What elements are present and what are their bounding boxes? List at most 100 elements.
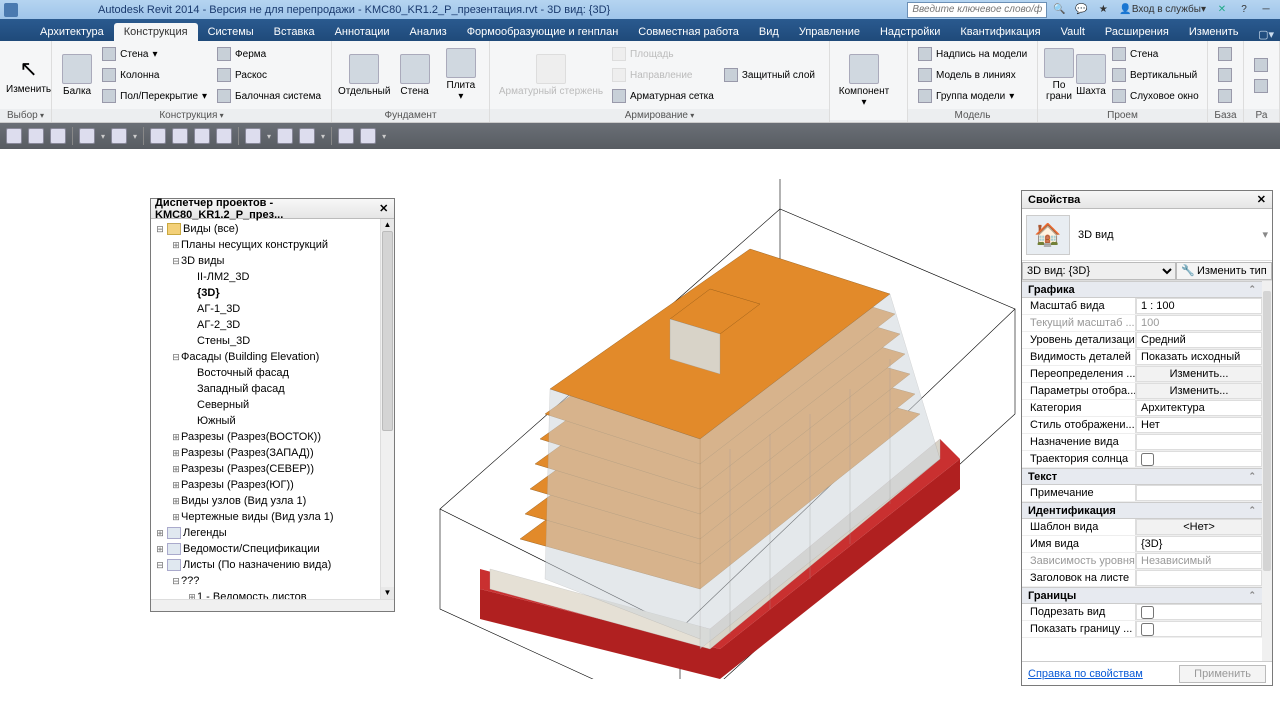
tree-item[interactable]: ⊞Ведомости/Спецификации [151, 541, 394, 557]
cat-text[interactable]: Текст⌃ [1022, 468, 1262, 485]
tree-item[interactable]: ⊞Разрезы (Разрез(ЗАПАД)) [151, 445, 394, 461]
tab-quant[interactable]: Квантификация [950, 23, 1050, 41]
qat-new-icon[interactable] [6, 128, 22, 144]
comm-icon[interactable]: 💬 [1071, 2, 1091, 18]
slab-button[interactable]: Плита▾ [439, 46, 483, 104]
scroll-thumb[interactable] [382, 231, 393, 431]
prop-category[interactable]: Архитектура [1136, 400, 1262, 416]
work-btn2[interactable] [1250, 76, 1272, 96]
modify-button[interactable]: ↖Изменить [6, 46, 51, 104]
qat-save-icon[interactable] [28, 128, 44, 144]
apply-button[interactable]: Применить [1179, 665, 1266, 683]
qat-tool9-icon[interactable] [360, 128, 376, 144]
tab-manage[interactable]: Управление [789, 23, 870, 41]
tree-item[interactable]: ⊞Разрезы (Разрез(СЕВЕР)) [151, 461, 394, 477]
scroll-down-icon[interactable]: ▼ [381, 587, 394, 599]
truss-button[interactable]: Ферма [213, 44, 325, 64]
qat-tool6-icon[interactable] [277, 128, 293, 144]
floor-button[interactable]: Пол/Перекрытие ▾ [98, 86, 211, 106]
tab-view[interactable]: Вид [749, 23, 789, 41]
panel-reinforcement[interactable]: Армирование [490, 109, 829, 122]
cat-extents[interactable]: Границы⌃ [1022, 587, 1262, 604]
tree-item[interactable]: АГ-1_3D [151, 301, 394, 317]
beamsys-button[interactable]: Балочная система [213, 86, 325, 106]
datum-btn3[interactable] [1214, 86, 1236, 106]
tree-item[interactable]: Восточный фасад [151, 365, 394, 381]
modelline-button[interactable]: Модель в линиях [914, 65, 1031, 85]
tab-addins[interactable]: Надстройки [870, 23, 950, 41]
qat-tool7-icon[interactable] [299, 128, 315, 144]
tree-item[interactable]: ⊞Разрезы (Разрез(ЮГ)) [151, 477, 394, 493]
tab-collab[interactable]: Совместная работа [628, 23, 749, 41]
tree-item[interactable]: ⊞Планы несущих конструкций [151, 237, 394, 253]
favorite-icon[interactable]: ★ [1093, 2, 1113, 18]
brace-button[interactable]: Раскос [213, 65, 325, 85]
tree-item[interactable]: ⊞Разрезы (Разрез(ВОСТОК)) [151, 429, 394, 445]
scroll-up-icon[interactable]: ▲ [381, 219, 394, 231]
prop-detail[interactable]: Средний [1136, 332, 1262, 348]
prop-sunpath[interactable] [1136, 451, 1262, 467]
tree-item[interactable]: Южный [151, 413, 394, 429]
qat-saveas-icon[interactable] [50, 128, 66, 144]
props-vscroll[interactable] [1262, 281, 1272, 661]
tree-item[interactable]: АГ-2_3D [151, 317, 394, 333]
tab-systems[interactable]: Системы [198, 23, 264, 41]
tab-structure[interactable]: Конструкция [114, 23, 198, 41]
tree-item[interactable]: Северный [151, 397, 394, 413]
scroll-thumb[interactable] [1263, 291, 1271, 571]
wall-button[interactable]: Стена ▾ [98, 44, 211, 64]
prop-dispstyle[interactable]: Нет [1136, 417, 1262, 433]
minimize-button[interactable]: ─ [1256, 2, 1276, 18]
tab-insert[interactable]: Вставка [264, 23, 325, 41]
modeltext-button[interactable]: Надпись на модели [914, 44, 1031, 64]
close-icon[interactable]: ✕ [1257, 193, 1266, 206]
tree-item[interactable]: II-ЛМ2_3D [151, 269, 394, 285]
panel-construct[interactable]: Конструкция [52, 109, 331, 122]
cat-graphics[interactable]: Графика⌃ [1022, 281, 1262, 298]
tree-item[interactable]: Стены_3D [151, 333, 394, 349]
prop-override-button[interactable]: Изменить... [1136, 366, 1262, 382]
prop-note[interactable] [1136, 485, 1262, 501]
component-button[interactable]: Компонент▾ [836, 52, 892, 110]
prop-viewname[interactable]: {3D} [1136, 536, 1262, 552]
properties-help-link[interactable]: Справка по свойствам [1028, 668, 1143, 680]
dormer-button[interactable]: Слуховое окно [1108, 86, 1203, 106]
tree-item[interactable]: ⊟??? [151, 573, 394, 589]
isolated-button[interactable]: Отдельный [338, 46, 390, 104]
tab-vault[interactable]: Vault [1051, 23, 1095, 41]
tab-ext[interactable]: Расширения [1095, 23, 1179, 41]
work-btn1[interactable] [1250, 55, 1272, 75]
qat-redo-icon[interactable] [111, 128, 127, 144]
tab-analyze[interactable]: Анализ [400, 23, 457, 41]
vertical-button[interactable]: Вертикальный [1108, 65, 1203, 85]
tree-item[interactable]: ⊟3D виды [151, 253, 394, 269]
exchange-icon[interactable]: ✕ [1212, 2, 1232, 18]
datum-btn1[interactable] [1214, 44, 1236, 64]
beam-button[interactable]: Балка [58, 46, 96, 104]
column-button[interactable]: Колонна [98, 65, 211, 85]
qat-tool8-icon[interactable] [338, 128, 354, 144]
cat-ident[interactable]: Идентификация⌃ [1022, 502, 1262, 519]
tab-modify[interactable]: Изменить [1179, 23, 1249, 41]
project-browser-title[interactable]: Диспетчер проектов - KMC80_KR1.2_P_през.… [151, 199, 394, 219]
browser-vscroll[interactable]: ▲ ▼ [380, 219, 394, 599]
panel-select[interactable]: Выбор [0, 109, 51, 122]
search-icon[interactable]: 🔍 [1049, 2, 1069, 18]
tab-annotate[interactable]: Аннотации [325, 23, 400, 41]
datum-btn2[interactable] [1214, 65, 1236, 85]
tree-item[interactable]: ⊟Фасады (Building Elevation) [151, 349, 394, 365]
byface-button[interactable]: По грани [1044, 46, 1074, 104]
edit-type-button[interactable]: 🔧 Изменить тип [1176, 262, 1272, 280]
tab-massing[interactable]: Формообразующие и генплан [457, 23, 629, 41]
prop-purpose[interactable] [1136, 434, 1262, 450]
prop-visparts[interactable]: Показать исходный [1136, 349, 1262, 365]
fabric-button[interactable]: Арматурная сетка [608, 86, 718, 106]
prop-template[interactable]: <Нет> [1136, 519, 1262, 535]
shaft-button[interactable]: Шахта [1076, 46, 1106, 104]
tree-item[interactable]: ⊞Чертежные виды (Вид узла 1) [151, 509, 394, 525]
qat-tool3-icon[interactable] [194, 128, 210, 144]
help-icon[interactable]: ? [1234, 2, 1254, 18]
instance-selector[interactable]: 3D вид: {3D} [1022, 262, 1176, 280]
type-selector[interactable]: 🏠 3D вид ▾ [1022, 209, 1272, 261]
search-input[interactable] [907, 2, 1047, 18]
